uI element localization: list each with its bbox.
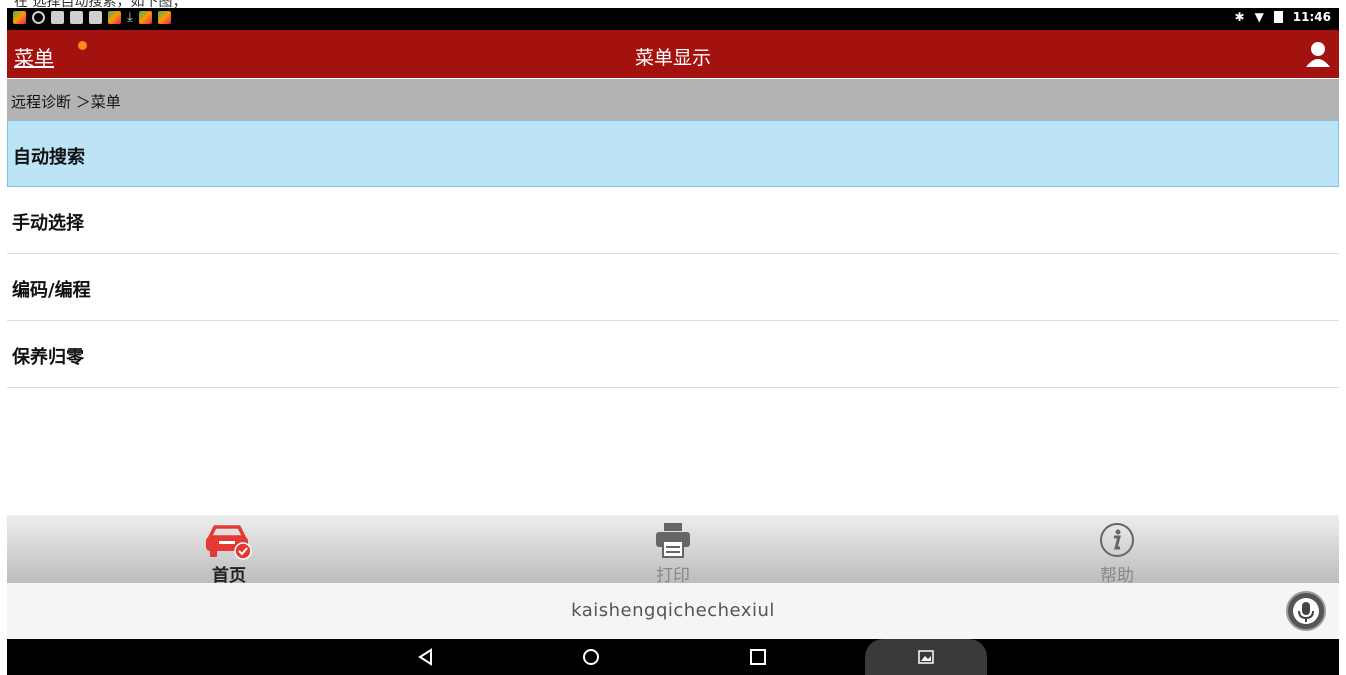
notification-icon: [70, 11, 83, 24]
image-icon: [89, 11, 102, 24]
system-nav-bar: [7, 639, 1339, 675]
top-cropped-text: 在 选择自动搜索，如下图；: [0, 0, 1346, 8]
menu-item-maintenance-reset[interactable]: 保养归零: [7, 321, 1339, 388]
battery-icon: [1273, 11, 1283, 23]
status-bar: ⤓ ✱ ▼ 11:46: [7, 8, 1339, 30]
screenshot-button[interactable]: [865, 639, 987, 675]
app-notification-icon: [157, 11, 171, 24]
app-notification-icon: [108, 11, 121, 24]
menu-item-label: 保养归零: [12, 347, 84, 368]
app-notification-icon: [13, 11, 26, 24]
wifi-icon: ▼: [1254, 10, 1264, 24]
top-cropped-text-label: 在 选择自动搜索，如下图；: [14, 0, 187, 8]
car-check-icon: [206, 525, 252, 560]
printer-icon: [656, 523, 690, 558]
bluetooth-icon: ✱: [1234, 10, 1245, 24]
tab-print[interactable]: 打印: [451, 515, 895, 586]
info-icon: [1100, 523, 1134, 557]
bottom-tab-bar: 首页 打印 帮助: [7, 515, 1339, 586]
breadcrumb-text: 远程诊断 ＞菜单: [11, 93, 121, 111]
tab-home[interactable]: 首页: [7, 515, 451, 586]
menu-item-label: 手动选择: [12, 213, 84, 234]
user-icon[interactable]: [1303, 39, 1333, 69]
back-icon[interactable]: [416, 647, 436, 667]
menu-item-manual-select[interactable]: 手动选择: [7, 187, 1339, 254]
input-bar[interactable]: kaishengqichechexiul: [7, 583, 1339, 639]
app-bar: 菜单 菜单显示: [7, 30, 1339, 78]
status-time: 11:46: [1292, 10, 1331, 24]
menu-list: 自动搜索 手动选择 编码/编程 保养归零: [7, 120, 1339, 388]
microphone-button[interactable]: [1286, 591, 1326, 631]
recents-icon[interactable]: [748, 647, 768, 667]
tab-help[interactable]: 帮助: [895, 515, 1339, 586]
home-icon[interactable]: [581, 647, 601, 667]
menu-item-coding-programming[interactable]: 编码/编程: [7, 254, 1339, 321]
page-title: 菜单显示: [634, 47, 711, 69]
microphone-icon: [1293, 598, 1319, 624]
menu-item-label: 编码/编程: [12, 280, 91, 301]
breadcrumb: 远程诊断 ＞菜单: [7, 79, 1339, 120]
image-icon: [918, 650, 934, 664]
input-text[interactable]: kaishengqichechexiul: [7, 600, 1339, 621]
download-icon: ⤓: [127, 10, 133, 25]
app-notification-icon: [138, 11, 152, 24]
notification-icons: ⤓: [13, 11, 171, 24]
sync-icon: [32, 11, 45, 24]
menu-item-auto-search[interactable]: 自动搜索: [7, 120, 1339, 187]
menu-item-label: 自动搜索: [13, 147, 85, 168]
notification-icon: [51, 11, 64, 24]
